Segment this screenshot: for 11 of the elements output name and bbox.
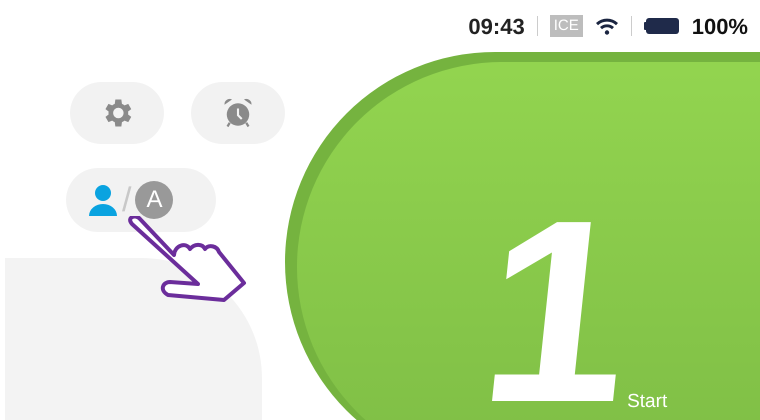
person-icon[interactable] bbox=[88, 184, 118, 216]
battery-icon bbox=[644, 17, 680, 35]
wifi-icon bbox=[594, 17, 619, 35]
mode-toggle[interactable]: / A bbox=[66, 168, 216, 232]
battery-percentage: 100% bbox=[692, 12, 748, 40]
separator-slash: / bbox=[122, 180, 132, 220]
clock-time: 09:43 bbox=[468, 12, 525, 40]
start-button[interactable]: 1 Start bbox=[285, 52, 760, 420]
start-label: Start bbox=[627, 390, 668, 414]
auto-mode-letter[interactable]: A bbox=[135, 181, 174, 219]
network-type-label: ICE bbox=[550, 15, 583, 37]
